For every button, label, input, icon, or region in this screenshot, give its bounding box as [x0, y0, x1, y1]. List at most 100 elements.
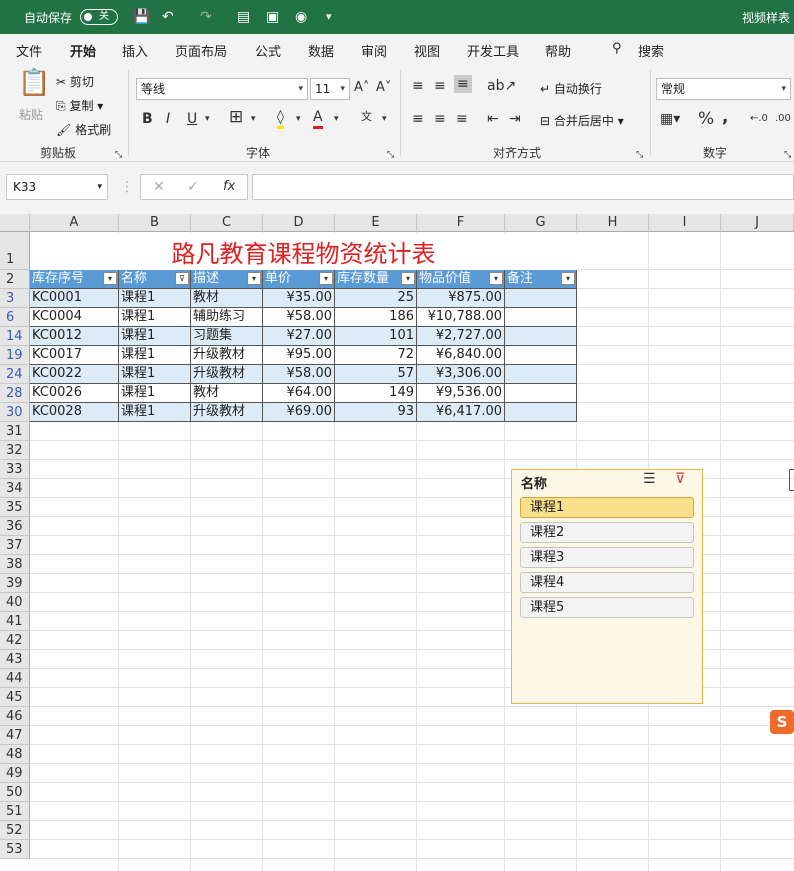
- drag-handle-icon[interactable]: ⋮: [120, 178, 134, 196]
- autosave-toggle[interactable]: 关: [80, 9, 118, 25]
- tab-search[interactable]: 搜索: [638, 41, 664, 60]
- chevron-down-icon[interactable]: ▾: [296, 110, 301, 128]
- paste-icon[interactable]: 📋: [18, 70, 50, 96]
- chevron-down-icon[interactable]: ▾: [382, 110, 387, 128]
- row-header[interactable]: 48: [0, 745, 30, 764]
- save-icon[interactable]: 💾: [133, 8, 150, 26]
- row-header[interactable]: 34: [0, 479, 30, 498]
- column-header[interactable]: J: [721, 214, 794, 232]
- copy-button[interactable]: ⎘ 复制 ▾: [56, 97, 103, 114]
- increase-indent-icon[interactable]: ⇥: [509, 110, 521, 128]
- currency-icon[interactable]: ▦▾: [660, 110, 680, 128]
- search-icon[interactable]: ⚲: [612, 41, 622, 56]
- table-header-cell[interactable]: 物品价值 ▾: [417, 270, 505, 289]
- table-cell[interactable]: ¥6,417.00: [417, 403, 505, 422]
- row-header[interactable]: 50: [0, 783, 30, 802]
- table-cell[interactable]: KC0022: [30, 365, 119, 384]
- tab-view[interactable]: 视图: [414, 41, 440, 60]
- undo-icon[interactable]: ↶: [162, 8, 174, 26]
- column-header[interactable]: A: [30, 214, 119, 232]
- table-header-cell[interactable]: 描述 ▾: [191, 270, 263, 289]
- font-name-combo[interactable]: 等线 ▾: [136, 78, 308, 100]
- table-cell[interactable]: ¥58.00: [263, 308, 335, 327]
- border-icon[interactable]: ⊞: [229, 108, 243, 126]
- table-cell[interactable]: 升级教材: [191, 346, 263, 365]
- redo-icon[interactable]: ↷: [200, 8, 212, 26]
- form-icon[interactable]: ▤: [237, 8, 250, 26]
- format-painter-button[interactable]: 🖌 格式刷: [56, 121, 111, 138]
- table-header-cell[interactable]: 库存序号 ▾: [30, 270, 119, 289]
- percent-icon[interactable]: %: [698, 110, 714, 128]
- tab-help[interactable]: 帮助: [545, 41, 571, 60]
- number-format-combo[interactable]: 常规 ▾: [656, 78, 791, 100]
- row-header[interactable]: 2: [0, 270, 30, 289]
- tab-formulas[interactable]: 公式: [255, 41, 281, 60]
- table-cell[interactable]: 升级教材: [191, 403, 263, 422]
- grow-font-icon[interactable]: A˄: [354, 79, 369, 97]
- column-header[interactable]: D: [263, 214, 335, 232]
- row-header[interactable]: 52: [0, 821, 30, 840]
- row-header[interactable]: 42: [0, 631, 30, 650]
- insert-function-icon[interactable]: fx: [223, 178, 235, 196]
- table-cell[interactable]: 课程1: [119, 308, 191, 327]
- table-cell[interactable]: 教材: [191, 384, 263, 403]
- table-cell[interactable]: 57: [335, 365, 417, 384]
- table-cell[interactable]: 149: [335, 384, 417, 403]
- underline-icon[interactable]: U: [187, 110, 197, 128]
- row-header[interactable]: 31: [0, 422, 30, 441]
- align-top-icon[interactable]: ≡: [412, 77, 424, 95]
- table-cell[interactable]: ¥35.00: [263, 289, 335, 308]
- print-icon[interactable]: ▣: [266, 8, 279, 26]
- table-cell[interactable]: 101: [335, 327, 417, 346]
- slicer-panel[interactable]: 名称 ☰ ⊽ 课程1 课程2 课程3 课程4 课程5: [511, 469, 703, 704]
- row-header[interactable]: 24: [0, 365, 30, 384]
- table-cell[interactable]: 课程1: [119, 365, 191, 384]
- filter-dropdown-icon[interactable]: ▾: [401, 272, 415, 285]
- row-header[interactable]: 47: [0, 726, 30, 745]
- table-cell[interactable]: [505, 346, 577, 365]
- table-cell[interactable]: KC0017: [30, 346, 119, 365]
- row-header[interactable]: 46: [0, 707, 30, 726]
- chevron-down-icon[interactable]: ▾: [205, 110, 210, 128]
- column-header[interactable]: E: [335, 214, 417, 232]
- multi-select-icon[interactable]: ☰: [643, 471, 656, 487]
- table-header-cell[interactable]: 库存数量 ▾: [335, 270, 417, 289]
- table-cell[interactable]: KC0001: [30, 289, 119, 308]
- align-middle-icon[interactable]: ≡: [434, 77, 446, 95]
- row-header[interactable]: 51: [0, 802, 30, 821]
- slicer-item[interactable]: 课程5: [520, 597, 694, 618]
- table-cell[interactable]: ¥3,306.00: [417, 365, 505, 384]
- phonetic-icon[interactable]: 文: [361, 108, 372, 126]
- font-color-icon[interactable]: A: [313, 108, 323, 129]
- filter-dropdown-icon[interactable]: ▾: [489, 272, 503, 285]
- fill-color-icon[interactable]: ◊: [277, 108, 284, 129]
- decrease-decimal-icon[interactable]: .00: [775, 110, 791, 128]
- row-header[interactable]: 36: [0, 517, 30, 536]
- tab-page-layout[interactable]: 页面布局: [175, 41, 227, 60]
- row-header[interactable]: 3: [0, 289, 30, 308]
- table-cell[interactable]: 升级教材: [191, 365, 263, 384]
- table-cell[interactable]: ¥10,788.00: [417, 308, 505, 327]
- slicer-item[interactable]: 课程3: [520, 547, 694, 568]
- wrap-text-button[interactable]: ↵ 自动换行: [540, 80, 602, 97]
- table-header-cell[interactable]: 单价 ▾: [263, 270, 335, 289]
- filter-active-icon[interactable]: ⊽: [175, 272, 189, 285]
- column-header[interactable]: G: [505, 214, 577, 232]
- table-cell[interactable]: KC0012: [30, 327, 119, 346]
- table-cell[interactable]: KC0028: [30, 403, 119, 422]
- table-cell[interactable]: [505, 384, 577, 403]
- row-header[interactable]: 37: [0, 536, 30, 555]
- merge-center-button[interactable]: ⊟ 合并后居中 ▾: [540, 112, 624, 129]
- align-left-icon[interactable]: ≡: [412, 110, 424, 128]
- tab-insert[interactable]: 插入: [122, 41, 148, 60]
- table-cell[interactable]: [505, 289, 577, 308]
- row-header[interactable]: 28: [0, 384, 30, 403]
- table-cell[interactable]: ¥95.00: [263, 346, 335, 365]
- filter-dropdown-icon[interactable]: ▾: [561, 272, 575, 285]
- tab-data[interactable]: 数据: [308, 41, 334, 60]
- table-header-cell[interactable]: 备注 ▾: [505, 270, 577, 289]
- table-cell[interactable]: ¥58.00: [263, 365, 335, 384]
- row-header[interactable]: 43: [0, 650, 30, 669]
- table-cell[interactable]: ¥875.00: [417, 289, 505, 308]
- row-header[interactable]: 39: [0, 574, 30, 593]
